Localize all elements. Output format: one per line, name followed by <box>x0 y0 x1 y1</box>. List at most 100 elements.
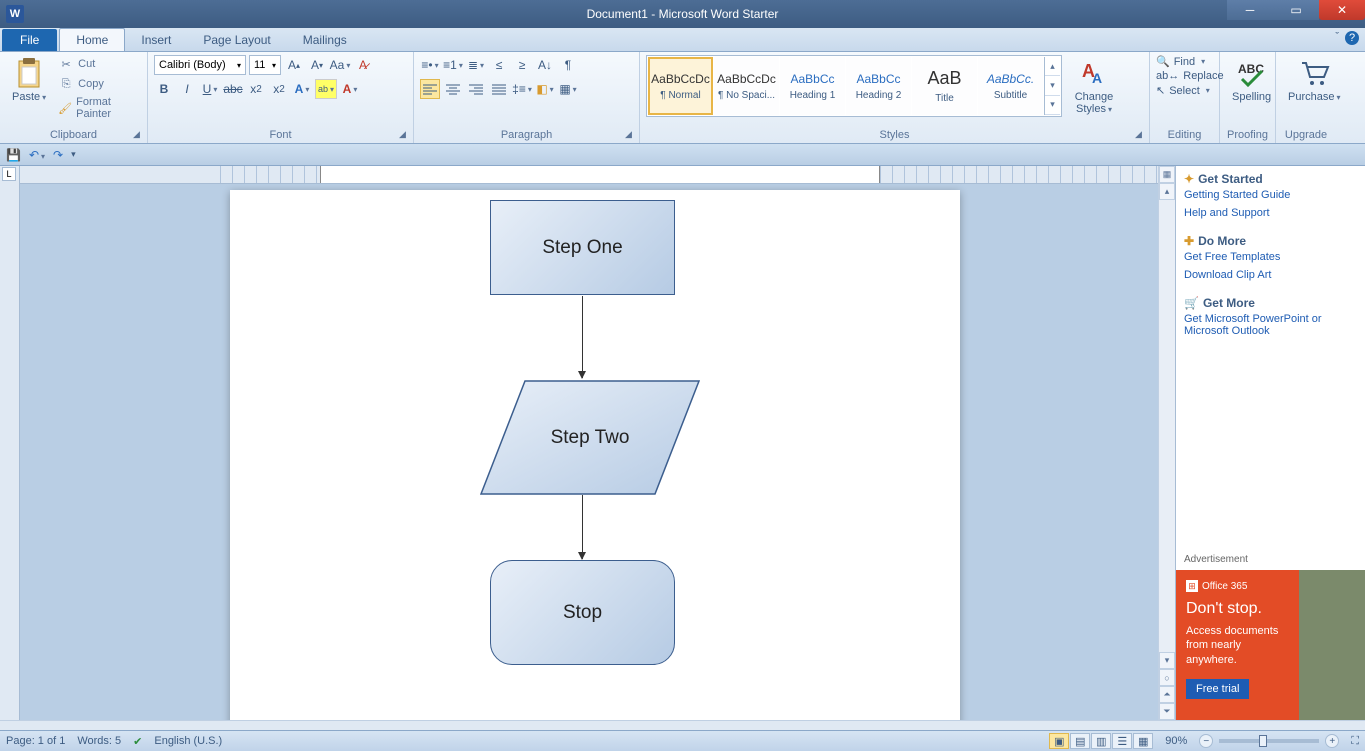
styles-scroll-up[interactable]: ▴ <box>1045 57 1060 76</box>
underline-button[interactable]: U <box>200 79 220 99</box>
ruler-toggle[interactable]: ▦ <box>1159 166 1175 183</box>
maximize-button[interactable]: ▭ <box>1273 0 1319 20</box>
minimize-button[interactable]: ─ <box>1227 0 1273 20</box>
page[interactable]: Step One Step Two Stop <box>230 190 960 720</box>
link-get-powerpoint-outlook[interactable]: Get Microsoft PowerPoint or Microsoft Ou… <box>1184 310 1357 340</box>
clear-formatting-button[interactable]: A̷ <box>353 55 373 75</box>
styles-scroll-down[interactable]: ▾ <box>1045 76 1060 95</box>
copy-button[interactable]: ⎘Copy <box>56 75 141 93</box>
decrease-indent-button[interactable]: ≤ <box>489 55 509 75</box>
qat-customize[interactable]: ▾ <box>71 149 76 160</box>
shading-button[interactable]: ◧ <box>535 79 555 99</box>
borders-button[interactable]: ▦ <box>558 79 578 99</box>
format-painter-button[interactable]: 🖌Format Painter <box>56 95 141 121</box>
font-name-selector[interactable]: Calibri (Body)▾ <box>154 55 246 75</box>
undo-button[interactable]: ↶ <box>29 148 45 162</box>
tab-insert[interactable]: Insert <box>125 29 187 51</box>
superscript-button[interactable]: x2 <box>269 79 289 99</box>
shrink-font-button[interactable]: A▾ <box>307 55 327 75</box>
close-button[interactable]: ✕ <box>1319 0 1365 20</box>
paragraph-launcher[interactable]: ◢ <box>625 129 635 139</box>
line-spacing-button[interactable]: ‡≡ <box>512 79 532 99</box>
change-case-button[interactable]: Aa <box>330 55 350 75</box>
link-help-support[interactable]: Help and Support <box>1184 204 1357 222</box>
view-draft[interactable]: ▦ <box>1133 733 1153 749</box>
styles-expand[interactable]: ▾ <box>1045 96 1060 115</box>
tab-home[interactable]: Home <box>59 28 125 51</box>
view-outline[interactable]: ☰ <box>1112 733 1132 749</box>
link-free-templates[interactable]: Get Free Templates <box>1184 248 1357 266</box>
flowchart-terminator-box[interactable]: Stop <box>490 560 675 665</box>
strikethrough-button[interactable]: abc <box>223 79 243 99</box>
status-language[interactable]: English (U.S.) <box>154 735 222 747</box>
save-button[interactable]: 💾 <box>6 148 21 162</box>
purchase-button[interactable]: Purchase <box>1282 55 1347 105</box>
multilevel-button[interactable]: ≣ <box>466 55 486 75</box>
bullets-button[interactable]: ≡• <box>420 55 440 75</box>
change-styles-button[interactable]: AA Change Styles <box>1066 55 1122 117</box>
horizontal-ruler[interactable] <box>20 166 1158 184</box>
status-page[interactable]: Page: 1 of 1 <box>6 735 65 747</box>
grow-font-button[interactable]: A▴ <box>284 55 304 75</box>
style-nospacing[interactable]: AaBbCcDc ¶ No Spaci... <box>714 57 779 115</box>
vertical-scrollbar[interactable]: ▦ ▴ ▾ ○ ⏶ ⏷ <box>1158 166 1175 720</box>
minimize-ribbon-icon[interactable]: ˇ <box>1335 31 1339 45</box>
browse-object[interactable]: ○ <box>1159 669 1175 686</box>
tab-pagelayout[interactable]: Page Layout <box>187 29 286 51</box>
numbering-button[interactable]: ≡1 <box>443 55 463 75</box>
font-launcher[interactable]: ◢ <box>399 129 409 139</box>
increase-indent-button[interactable]: ≥ <box>512 55 532 75</box>
tab-mailings[interactable]: Mailings <box>287 29 363 51</box>
view-full-screen[interactable]: ▤ <box>1070 733 1090 749</box>
zoom-out[interactable]: − <box>1199 734 1213 748</box>
align-right-button[interactable] <box>466 79 486 99</box>
view-print-layout[interactable]: ▣ <box>1049 733 1069 749</box>
italic-button[interactable]: I <box>177 79 197 99</box>
style-title[interactable]: AaB Title <box>912 57 977 115</box>
zoom-level[interactable]: 90% <box>1165 735 1187 747</box>
paste-button[interactable]: Paste <box>6 55 52 105</box>
sort-button[interactable]: A↓ <box>535 55 555 75</box>
find-button[interactable]: 🔍Find <box>1156 55 1224 68</box>
align-left-button[interactable] <box>420 79 440 99</box>
redo-button[interactable]: ↷ <box>53 148 63 162</box>
subscript-button[interactable]: x2 <box>246 79 266 99</box>
zoom-fit[interactable]: ⛶ <box>1351 735 1359 748</box>
style-normal[interactable]: AaBbCcDc ¶ Normal <box>648 57 713 115</box>
spelling-button[interactable]: ABC Spelling <box>1226 55 1277 105</box>
scroll-down[interactable]: ▾ <box>1159 652 1175 669</box>
tab-selector[interactable]: L <box>2 167 16 181</box>
view-web-layout[interactable]: ▥ <box>1091 733 1111 749</box>
show-marks-button[interactable]: ¶ <box>558 55 578 75</box>
font-color-button[interactable]: A <box>340 79 360 99</box>
scroll-up[interactable]: ▴ <box>1159 183 1175 200</box>
proofing-status-icon[interactable]: ✔ <box>133 735 142 748</box>
next-page[interactable]: ⏷ <box>1159 703 1175 720</box>
align-center-button[interactable] <box>443 79 463 99</box>
style-heading2[interactable]: AaBbCc Heading 2 <box>846 57 911 115</box>
page-scroll[interactable]: Step One Step Two Stop <box>20 184 1158 720</box>
status-words[interactable]: Words: 5 <box>77 735 121 747</box>
style-heading1[interactable]: AaBbCc Heading 1 <box>780 57 845 115</box>
flowchart-parallelogram[interactable]: Step Two <box>480 380 700 495</box>
file-tab[interactable]: File <box>2 29 57 51</box>
advertisement[interactable]: ⊞Office 365 Don't stop. Access documents… <box>1176 570 1365 720</box>
justify-button[interactable] <box>489 79 509 99</box>
ad-cta-button[interactable]: Free trial <box>1186 679 1249 699</box>
clipboard-launcher[interactable]: ◢ <box>133 129 143 139</box>
link-download-clipart[interactable]: Download Clip Art <box>1184 266 1357 284</box>
style-subtitle[interactable]: AaBbCc. Subtitle <box>978 57 1043 115</box>
cut-button[interactable]: ✂Cut <box>56 55 141 73</box>
styles-launcher[interactable]: ◢ <box>1135 129 1145 139</box>
flowchart-arrow-1[interactable] <box>582 296 583 378</box>
help-icon[interactable]: ? <box>1345 31 1359 45</box>
bold-button[interactable]: B <box>154 79 174 99</box>
replace-button[interactable]: ab↔Replace <box>1156 70 1224 82</box>
flowchart-process-box[interactable]: Step One <box>490 200 675 295</box>
zoom-slider[interactable]: − + <box>1199 734 1339 748</box>
zoom-in[interactable]: + <box>1325 734 1339 748</box>
font-size-selector[interactable]: 11▾ <box>249 55 281 75</box>
select-button[interactable]: ↖Select <box>1156 84 1224 97</box>
link-getting-started-guide[interactable]: Getting Started Guide <box>1184 186 1357 204</box>
text-effects-button[interactable]: A <box>292 79 312 99</box>
